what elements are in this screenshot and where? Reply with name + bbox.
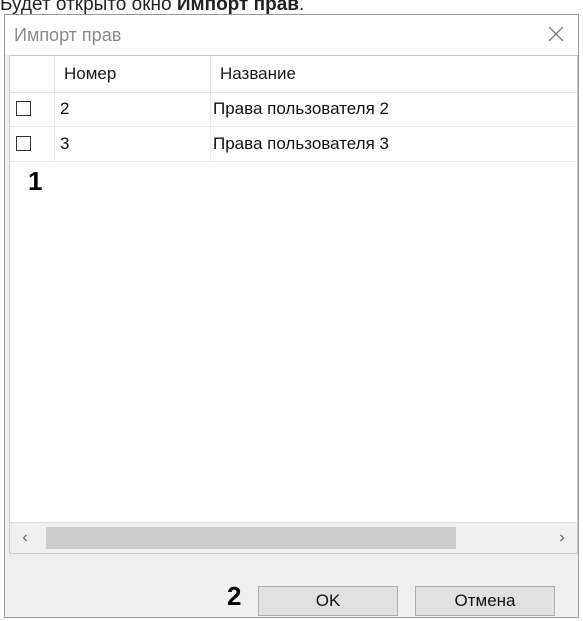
column-header-name[interactable]: Название: [220, 56, 296, 92]
close-icon[interactable]: [544, 22, 568, 46]
caption-text: Будет открыто окно: [0, 0, 177, 15]
row-name: Права пользователя 2: [213, 99, 389, 118]
import-rights-dialog: Импорт прав Номер Название 2 Права польз…: [4, 14, 579, 618]
row-name: Права пользователя 3: [213, 134, 389, 153]
annotation-marker-2: 2: [227, 581, 242, 611]
rights-list[interactable]: Номер Название 2 Права пользователя 2 3 …: [9, 55, 578, 554]
row-number: 3: [60, 134, 70, 153]
ok-button[interactable]: OK: [258, 586, 398, 616]
scroll-left-icon[interactable]: ‹: [10, 523, 40, 553]
list-header: Номер Название: [10, 56, 577, 93]
horizontal-scrollbar[interactable]: ‹ ›: [10, 522, 577, 553]
row-checkbox[interactable]: [16, 136, 31, 151]
dialog-titlebar: Импорт прав: [5, 15, 578, 55]
caption-bold-text: Импорт прав: [176, 0, 299, 15]
scroll-thumb[interactable]: [46, 527, 456, 549]
scroll-right-icon[interactable]: ›: [547, 523, 577, 553]
caption-suffix: .: [298, 0, 305, 15]
row-checkbox[interactable]: [16, 101, 31, 116]
table-row[interactable]: 3 Права пользователя 3: [10, 127, 577, 162]
cancel-button[interactable]: Отмена: [415, 586, 555, 616]
table-row[interactable]: 2 Права пользователя 2: [10, 92, 577, 127]
annotation-marker-1: 1: [28, 166, 43, 196]
row-number: 2: [60, 99, 70, 118]
dialog-title: Импорт прав: [14, 25, 122, 45]
column-header-number[interactable]: Номер: [64, 56, 116, 92]
